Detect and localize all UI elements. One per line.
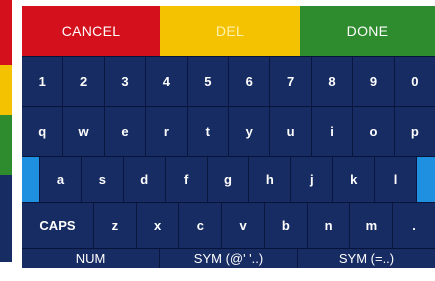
key-i[interactable]: i [311, 107, 354, 156]
key-9[interactable]: 9 [353, 57, 395, 106]
key-8[interactable]: 8 [311, 57, 354, 106]
key-j[interactable]: j [291, 157, 334, 202]
cancel-button[interactable]: CANCEL [22, 6, 160, 56]
key-h[interactable]: h [249, 157, 292, 202]
key-b[interactable]: b [264, 203, 308, 248]
edge-green-segment [0, 115, 12, 175]
key-q[interactable]: q [22, 107, 64, 156]
key-k[interactable]: k [333, 157, 376, 202]
key-2[interactable]: 2 [63, 57, 105, 106]
key-s[interactable]: s [81, 157, 124, 202]
key-m[interactable]: m [350, 203, 394, 248]
key-p[interactable]: p [394, 107, 435, 156]
caps-key[interactable]: CAPS [22, 203, 94, 248]
done-button[interactable]: DONE [300, 6, 435, 56]
key-o[interactable]: o [353, 107, 395, 156]
key-w[interactable]: w [63, 107, 105, 156]
key-3[interactable]: 3 [104, 57, 147, 106]
key-7[interactable]: 7 [270, 57, 312, 106]
key-5[interactable]: 5 [187, 57, 230, 106]
key-c[interactable]: c [179, 203, 223, 248]
delete-button[interactable]: DEL [160, 6, 300, 56]
left-edge-strip [0, 0, 12, 262]
key-0[interactable]: 0 [394, 57, 435, 106]
qwerty-row: q w e r t y u i o p [22, 106, 435, 156]
key-r[interactable]: r [146, 107, 188, 156]
symbol-mode-key-2[interactable]: SYM (=..) [298, 249, 435, 268]
right-edge-key[interactable] [417, 157, 435, 202]
symbol-mode-key-1[interactable]: SYM (@' '..) [160, 249, 298, 268]
edge-yellow-segment [0, 65, 12, 115]
key-x[interactable]: x [136, 203, 180, 248]
key-a[interactable]: a [40, 157, 82, 202]
edge-blue-segment [0, 175, 12, 262]
key-1[interactable]: 1 [22, 57, 64, 106]
screen: CANCEL DEL DONE 1 2 3 4 5 6 7 8 9 0 q w … [0, 0, 435, 281]
key-4[interactable]: 4 [146, 57, 188, 106]
key-d[interactable]: d [123, 157, 166, 202]
bottom-row: NUM SYM (@' '..) SYM (=..) [22, 248, 435, 268]
key-f[interactable]: f [165, 157, 208, 202]
key-e[interactable]: e [104, 107, 147, 156]
num-mode-key[interactable]: NUM [22, 249, 160, 268]
asdf-row: a s d f g h j k l [22, 156, 435, 202]
on-screen-keyboard: CANCEL DEL DONE 1 2 3 4 5 6 7 8 9 0 q w … [22, 6, 435, 268]
key-n[interactable]: n [307, 203, 351, 248]
key-v[interactable]: v [222, 203, 265, 248]
action-row: CANCEL DEL DONE [22, 6, 435, 56]
zxcv-row: CAPS z x c v b n m . [22, 202, 435, 248]
key-l[interactable]: l [375, 157, 418, 202]
key-period[interactable]: . [393, 203, 435, 248]
key-6[interactable]: 6 [229, 57, 271, 106]
key-t[interactable]: t [187, 107, 230, 156]
number-row: 1 2 3 4 5 6 7 8 9 0 [22, 56, 435, 106]
key-u[interactable]: u [270, 107, 312, 156]
key-y[interactable]: y [229, 107, 271, 156]
left-edge-key[interactable] [22, 157, 40, 202]
edge-red-segment [0, 0, 12, 65]
key-z[interactable]: z [93, 203, 137, 248]
key-g[interactable]: g [207, 157, 250, 202]
